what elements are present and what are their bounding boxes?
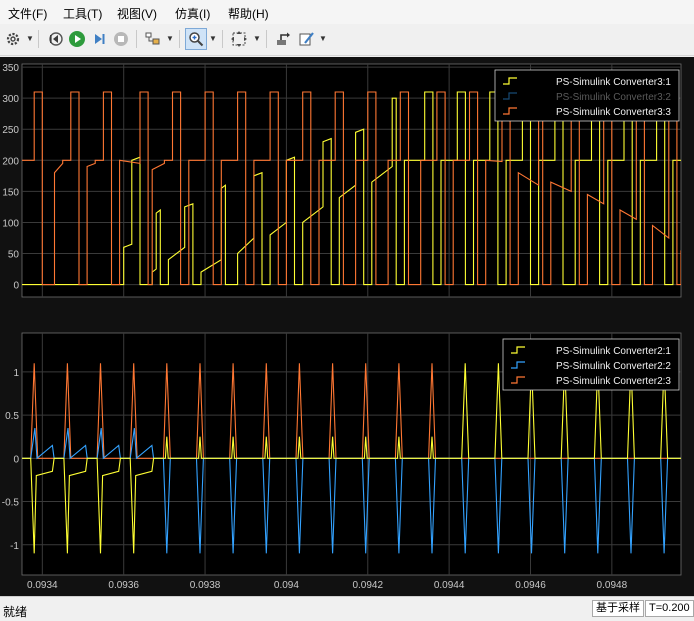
time-indicator: T=0.200 (645, 600, 694, 617)
edit-icon[interactable] (296, 28, 318, 50)
chevron-down-icon[interactable]: ▼ (26, 28, 34, 50)
x-tick-label: 0.0938 (190, 580, 221, 591)
x-tick-label: 0.0948 (597, 580, 628, 591)
plot-panel-2: -1 -0.5 0 0.5 1 0.0934 0.0936 0.0938 0.094 0.0942… (2, 332, 682, 591)
autoscale-icon[interactable] (228, 28, 250, 50)
plot-panel-1: 0 50 100 150 200 250 300 350 PS-Simulink Convert… (2, 63, 682, 298)
menu-file[interactable]: 文件(F) (8, 5, 47, 22)
run-icon[interactable] (66, 28, 88, 50)
legend-label: PS-Simulink Converter2:3 (556, 376, 671, 387)
y-tick-label: 300 (2, 94, 19, 105)
chevron-down-icon[interactable]: ▼ (166, 28, 174, 50)
legend-label: PS-Simulink Converter3:2 (556, 92, 671, 103)
x-tick-label: 0.0946 (515, 580, 546, 591)
toolbar-separator (136, 30, 137, 48)
toolbar: ▼ ▼ ▼ ▼ ▼ (0, 24, 694, 56)
sample-mode-indicator: 基于采样 (592, 600, 644, 617)
toolbar-separator (38, 30, 39, 48)
y-tick-label: 150 (2, 187, 19, 198)
y-tick-label: 250 (2, 125, 19, 136)
y-tick-label: 100 (2, 218, 19, 229)
zoom-icon[interactable] (185, 28, 207, 50)
step-forward-icon[interactable] (88, 28, 110, 50)
signal-select-icon[interactable] (272, 28, 294, 50)
x-tick-label: 0.0942 (352, 580, 383, 591)
y-tick-label: 0.5 (5, 411, 19, 422)
scope-display: 0 50 100 150 200 250 300 350 PS-Simulink Convert… (0, 57, 694, 596)
legend-label: PS-Simulink Converter2:2 (556, 361, 671, 372)
scope-plots[interactable]: 0 50 100 150 200 250 300 350 PS-Simulink Convert… (0, 57, 694, 596)
toolbar-separator (222, 30, 223, 48)
menu-bar: 文件(F) 工具(T) 视图(V) 仿真(I) 帮助(H) (0, 0, 694, 24)
menu-view[interactable]: 视图(V) (117, 5, 157, 22)
style-icon[interactable] (142, 28, 164, 50)
chevron-down-icon[interactable]: ▼ (253, 28, 261, 50)
legend-label: PS-Simulink Converter3:1 (556, 77, 671, 88)
y-tick-label: 200 (2, 156, 19, 167)
legend: PS-Simulink Converter2:1 PS-Simulink Conv… (502, 338, 680, 391)
menu-tools[interactable]: 工具(T) (63, 5, 102, 22)
x-tick-label: 0.094 (274, 580, 299, 591)
y-tick-label: 0 (13, 281, 19, 292)
y-tick-label: 350 (2, 63, 19, 74)
y-tick-label: -0.5 (2, 498, 20, 509)
chevron-down-icon[interactable]: ▼ (319, 28, 327, 50)
stop-icon[interactable] (110, 28, 132, 50)
legend-label: PS-Simulink Converter2:1 (556, 346, 671, 357)
rewind-icon[interactable] (44, 28, 66, 50)
y-tick-label: 0 (13, 454, 19, 465)
y-tick-label: -1 (10, 541, 19, 552)
legend: PS-Simulink Converter3:1 PS-Simulink Conv… (494, 69, 680, 122)
menu-simulation[interactable]: 仿真(I) (175, 5, 210, 22)
status-bar: 就绪 基于采样 T=0.200 (0, 596, 694, 621)
status-text: 就绪 (3, 605, 28, 619)
x-tick-label: 0.0944 (434, 580, 465, 591)
y-tick-label: 50 (8, 250, 20, 261)
toolbar-separator (179, 30, 180, 48)
legend-label: PS-Simulink Converter3:3 (556, 107, 671, 118)
x-tick-label: 0.0934 (27, 580, 58, 591)
x-tick-label: 0.0936 (108, 580, 139, 591)
toolbar-separator (266, 30, 267, 48)
chevron-down-icon[interactable]: ▼ (209, 28, 217, 50)
menu-help[interactable]: 帮助(H) (228, 5, 269, 22)
y-tick-label: 1 (13, 368, 19, 379)
gear-icon[interactable] (2, 28, 24, 50)
